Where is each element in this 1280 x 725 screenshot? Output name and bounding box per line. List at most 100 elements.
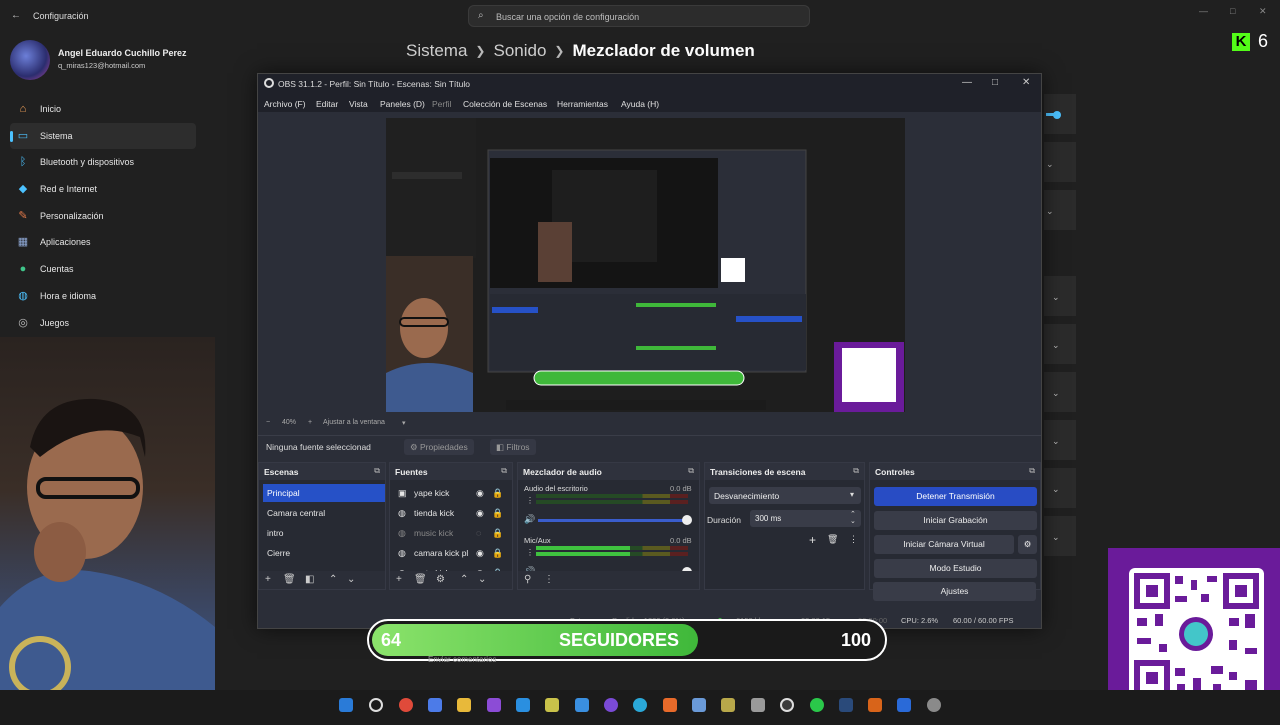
app-icon[interactable] <box>692 698 706 712</box>
source-item[interactable]: ▣ yape kick ◉ 🔒 <box>392 484 512 502</box>
minimize-icon[interactable]: — <box>962 77 972 88</box>
eye-off-icon[interactable]: ◌ <box>476 524 481 542</box>
volume-fader-thumb[interactable] <box>682 515 692 525</box>
zoom-out-icon[interactable]: − <box>266 419 270 426</box>
undock-icon[interactable]: ⧉ <box>688 466 694 476</box>
chevron-down-icon[interactable]: ⌄ <box>850 517 856 525</box>
windows-start-icon[interactable] <box>339 698 353 712</box>
nav-item[interactable]: ✎ Personalización <box>10 203 196 230</box>
steam-icon[interactable] <box>839 698 853 712</box>
chevron-down-icon[interactable]: ▾ <box>402 419 406 427</box>
settings-search-input[interactable]: ⌕ Buscar una opción de configuración <box>468 5 810 27</box>
chevron-down-icon[interactable]: ⌄ <box>478 574 486 585</box>
gear-icon[interactable]: ⚙ <box>436 574 445 585</box>
chevron-down-icon[interactable]: ⌄ <box>347 574 355 585</box>
maximize-icon[interactable]: □ <box>1230 6 1235 16</box>
feedback-link[interactable]: Enviar comentarios <box>428 655 496 664</box>
close-icon[interactable]: ✕ <box>1022 77 1030 88</box>
vscode-icon[interactable] <box>516 698 530 712</box>
add-icon[interactable]: + <box>265 574 271 585</box>
menu-editar[interactable]: Editar <box>316 99 338 109</box>
github-icon[interactable] <box>604 698 618 712</box>
nav-item[interactable]: ◍ Hora e idioma <box>10 283 196 310</box>
trash-icon[interactable]: 🗑 <box>827 534 838 545</box>
fit-window-button[interactable]: Ajustar a la ventana <box>323 419 385 426</box>
chevron-up-icon[interactable]: ⌃ <box>329 574 337 585</box>
close-icon[interactable]: ✕ <box>1259 6 1267 17</box>
app-icon[interactable] <box>897 698 911 712</box>
start-recording-button[interactable]: Iniciar Grabación <box>874 511 1037 530</box>
undock-icon[interactable]: ⧉ <box>374 466 380 476</box>
link-icon[interactable]: ⚲ <box>524 574 531 585</box>
app-icon[interactable] <box>545 698 559 712</box>
trash-icon[interactable]: 🗑 <box>414 574 427 585</box>
nav-item[interactable]: ◎ Juegos <box>10 310 196 337</box>
maximize-icon[interactable]: □ <box>992 77 998 88</box>
lock-icon[interactable]: 🔒 <box>492 484 503 502</box>
nav-item[interactable]: ● Cuentas <box>10 256 196 283</box>
app-icon[interactable] <box>721 698 735 712</box>
undock-icon[interactable]: ⧉ <box>853 466 859 476</box>
app-icon[interactable] <box>751 698 765 712</box>
source-item[interactable]: ◍ camara kick pl ◉ 🔒 <box>392 544 512 562</box>
obs-icon[interactable] <box>780 698 794 712</box>
lock-icon[interactable]: 🔒 <box>492 524 503 542</box>
menu-paneles[interactable]: Paneles (D) <box>380 99 425 109</box>
app-icon[interactable] <box>575 698 589 712</box>
menu-vista[interactable]: Vista <box>349 99 368 109</box>
eye-icon[interactable]: ◉ <box>476 544 484 562</box>
settings-gear-icon[interactable] <box>927 698 941 712</box>
speaker-icon[interactable]: 🔊 <box>524 514 535 525</box>
stop-stream-button[interactable]: Detener Transmisión <box>874 487 1037 506</box>
nav-item[interactable]: ⌂ Inicio <box>10 96 196 123</box>
copilot-icon[interactable] <box>428 698 442 712</box>
lock-icon[interactable]: 🔒 <box>492 504 503 522</box>
scene-item[interactable]: Principal <box>263 484 385 502</box>
chevron-up-icon[interactable]: ⌃ <box>460 574 468 585</box>
visual-studio-icon[interactable] <box>487 698 501 712</box>
chevron-down-icon[interactable]: ⌄ <box>1046 206 1054 217</box>
zoom-in-icon[interactable]: + <box>308 419 312 426</box>
source-item[interactable]: ◍ music kick ◌ 🔒 <box>392 524 512 542</box>
volume-fader[interactable] <box>538 519 688 522</box>
add-icon[interactable]: + <box>396 574 402 585</box>
start-virtual-camera-button[interactable]: Iniciar Cámara Virtual <box>874 535 1014 554</box>
whatsapp-icon[interactable] <box>810 698 824 712</box>
undock-icon[interactable]: ⧉ <box>501 466 507 476</box>
file-explorer-icon[interactable] <box>457 698 471 712</box>
undock-icon[interactable]: ⧉ <box>1029 466 1035 476</box>
chevron-down-icon[interactable]: ⌄ <box>1052 388 1060 399</box>
settings-button[interactable]: Ajustes <box>873 582 1036 601</box>
menu-icon[interactable]: ⋮ <box>849 534 858 545</box>
nav-item[interactable]: ◆ Red e Internet <box>10 176 196 203</box>
source-item[interactable]: ◍ tienda kick ◉ 🔒 <box>392 504 512 522</box>
nav-item[interactable]: ▦ Aplicaciones <box>10 229 196 256</box>
eye-icon[interactable]: ◉ <box>476 504 484 522</box>
eye-icon[interactable]: ◉ <box>476 484 484 502</box>
scene-item[interactable]: Cierre <box>263 544 385 562</box>
scene-item[interactable]: Camara central <box>263 504 385 522</box>
lock-icon[interactable]: 🔒 <box>492 544 503 562</box>
add-icon[interactable]: + <box>809 533 816 547</box>
back-icon[interactable]: ← <box>11 10 21 21</box>
properties-button[interactable]: ⚙ Propiedades <box>404 439 474 455</box>
chevron-down-icon[interactable]: ⌄ <box>1052 484 1060 495</box>
menu-archivo[interactable]: Archivo (F) <box>264 99 306 109</box>
chevron-down-icon[interactable]: ⌄ <box>1046 159 1054 170</box>
virtual-camera-settings-button[interactable]: ⚙ <box>1018 535 1037 554</box>
trash-icon[interactable]: 🗑 <box>283 574 296 585</box>
studio-mode-button[interactable]: Modo Estudio <box>874 559 1037 578</box>
breadcrumb-sistema[interactable]: Sistema <box>406 41 467 61</box>
minimize-icon[interactable]: — <box>1199 6 1208 16</box>
duration-spinbox[interactable]: 300 ms ⌃ ⌄ <box>750 510 861 527</box>
breadcrumb-sonido[interactable]: Sonido <box>493 41 546 61</box>
scene-item[interactable]: intro <box>263 524 385 542</box>
volume-slider-thumb[interactable] <box>1053 111 1061 119</box>
channel-menu-icon[interactable]: ⋮ <box>526 496 534 505</box>
nav-item[interactable]: ᛒ Bluetooth y dispositivos <box>10 149 196 176</box>
menu-herramientas[interactable]: Herramientas <box>557 99 608 109</box>
channel-menu-icon[interactable]: ⋮ <box>526 548 534 557</box>
chevron-down-icon[interactable]: ⌄ <box>1052 292 1060 303</box>
menu-icon[interactable]: ⋮ <box>544 574 554 585</box>
chevron-down-icon[interactable]: ⌄ <box>1052 436 1060 447</box>
